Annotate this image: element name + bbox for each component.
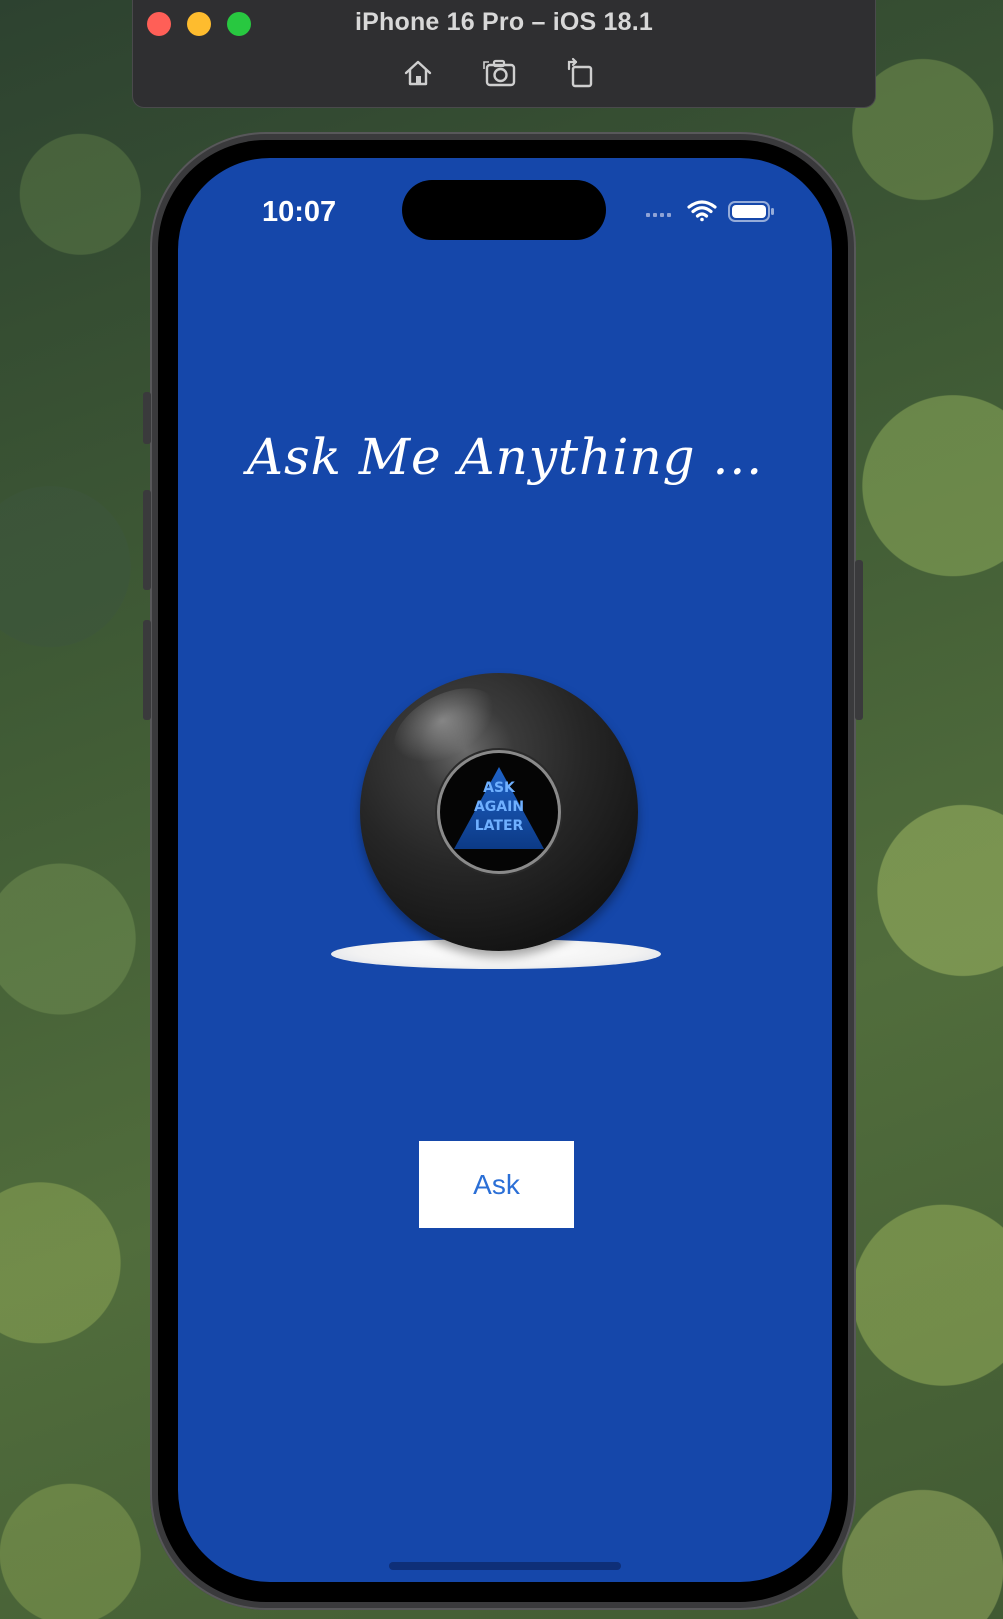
answer-line: AGAIN [473,799,525,815]
power-button [855,560,863,720]
dynamic-island [402,180,606,240]
simulator-title-bar: iPhone 16 Pro – iOS 18.1 [132,0,876,108]
answer-line: ASK [483,780,515,796]
status-time: 10:07 [262,196,337,228]
screenshot-icon[interactable] [483,56,517,90]
home-indicator[interactable] [389,1562,621,1570]
ball-answer-text: ASK AGAIN LATER [440,779,558,836]
app-title: Ask Me Anything ... [246,428,764,486]
answer-line: LATER [474,818,524,834]
rotate-icon[interactable] [563,56,597,90]
battery-icon [728,201,774,222]
ball-answer-window: ASK AGAIN LATER [440,753,558,871]
cellular-icon [646,213,671,217]
volume-up-button [143,490,151,590]
simulator-title: iPhone 16 Pro – iOS 18.1 [355,8,653,36]
status-icons [646,200,774,222]
volume-down-button [143,620,151,720]
home-icon[interactable] [401,56,435,90]
wifi-icon [687,200,717,222]
ask-button[interactable]: Ask [419,1141,574,1228]
action-button [143,392,151,444]
app-screen: 10:07 Ask Me Anything ... ASK AGAIN LATE… [178,158,832,1582]
magic-8-ball-image: ASK AGAIN LATER [360,672,638,951]
